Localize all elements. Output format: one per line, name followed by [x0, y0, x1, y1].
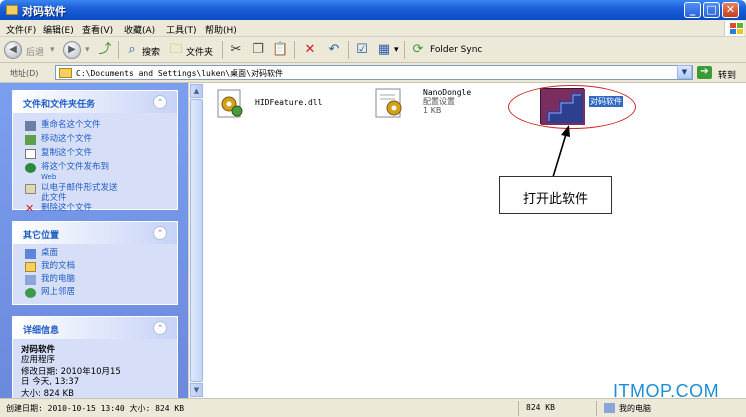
minimize-button[interactable]: _ [684, 2, 701, 18]
dll-file-icon[interactable] [215, 88, 245, 120]
computer-icon [604, 403, 615, 413]
properties-icon[interactable]: ☑ [354, 42, 370, 58]
desktop-icon [25, 249, 36, 259]
scroll-thumb[interactable] [190, 99, 203, 382]
windows-logo-icon [724, 21, 744, 36]
delete-icon: ✕ [25, 202, 35, 215]
scroll-up-icon[interactable]: ▲ [190, 84, 203, 98]
status-location: 我的电脑 [619, 404, 651, 413]
status-separator [518, 401, 519, 416]
menu-favorites[interactable]: 收藏(A) [124, 23, 155, 36]
address-input[interactable]: C:\Documents and Settings\luken\桌面\对码软件 [55, 65, 693, 80]
file-tasks-header[interactable]: 文件和文件夹任务 ⌃ [13, 91, 177, 113]
status-separator [596, 401, 597, 416]
back-dropdown-icon[interactable]: ▾ [50, 45, 55, 55]
search-icon[interactable]: ⌕ [124, 42, 140, 58]
status-details: 创建日期: 2010-10-15 13:40 大小: 824 KB [6, 404, 185, 413]
toolbar-separator [294, 41, 295, 59]
folder-icon [59, 68, 72, 78]
status-size: 824 KB [526, 403, 555, 412]
forward-dropdown-icon[interactable]: ▾ [85, 45, 90, 55]
title-bar[interactable]: 对码软件 _ □ ✕ [0, 0, 746, 20]
detail-name: 对码软件 [21, 345, 56, 355]
details-title: 详细信息 [23, 326, 60, 336]
network-icon [25, 288, 36, 298]
address-bar: 地址(D) C:\Documents and Settings\luken\桌面… [0, 63, 746, 83]
callout-text: 打开此软件 [522, 192, 588, 207]
undo-icon[interactable]: ↶ [326, 42, 342, 58]
views-dropdown-icon[interactable]: ▾ [394, 45, 399, 55]
annotation-callout: 打开此软件 [499, 176, 612, 214]
detail-size: 大小: 824 KB [21, 389, 74, 398]
move-icon [25, 135, 36, 145]
copy-icon [25, 149, 36, 159]
folders-button-label[interactable]: 文件夹 [186, 45, 213, 58]
file-name-nanodongle[interactable]: NanoDongle [423, 88, 471, 97]
annotation-arrow [552, 125, 570, 178]
documents-folder-icon [25, 262, 36, 272]
toolbar-separator [348, 41, 349, 59]
detail-modified-cont: 日 今天, 13:37 [21, 377, 80, 387]
menu-help[interactable]: 帮助(H) [205, 23, 237, 36]
collapse-icon[interactable]: ⌃ [153, 95, 167, 109]
other-places-header[interactable]: 其它位置 ⌃ [13, 222, 177, 244]
menu-edit[interactable]: 编辑(E) [43, 23, 74, 36]
views-icon[interactable]: ▦ [376, 42, 392, 58]
file-tasks-panel: 文件和文件夹任务 ⌃ 重命名这个文件 移动这个文件 复制这个文件 将这个文件发布… [12, 90, 178, 214]
back-icon[interactable]: ◀ [4, 41, 22, 59]
file-list: HIDFeature.dll NanoDongle 配置设置 1 KB 对码软件… [203, 83, 746, 398]
folder-icon [6, 5, 18, 15]
vertical-scrollbar[interactable]: ▲ ▼ [188, 83, 203, 398]
highlight-ellipse [508, 85, 636, 129]
delete-icon[interactable]: ✕ [302, 42, 318, 58]
toolbar-separator [118, 41, 119, 59]
sync-icon[interactable]: ⟳ [410, 42, 426, 58]
collapse-icon[interactable]: ⌃ [153, 226, 167, 240]
folders-icon[interactable]: 🗀 [168, 42, 184, 58]
file-type-nanodongle: 配置设置 [423, 97, 455, 106]
cut-icon[interactable]: ✂ [228, 42, 244, 58]
go-arrow-icon[interactable]: ➔ [697, 66, 712, 79]
close-button[interactable]: ✕ [722, 2, 739, 18]
detail-modified: 修改日期: 2010年10月15 [21, 367, 121, 377]
details-header[interactable]: 详细信息 ⌃ [13, 317, 177, 339]
rename-icon [25, 121, 36, 131]
copy-icon[interactable]: ❐ [250, 42, 266, 58]
maximize-button[interactable]: □ [703, 2, 720, 18]
computer-icon [25, 275, 36, 285]
status-bar: 创建日期: 2010-10-15 13:40 大小: 824 KB 824 KB… [0, 398, 746, 417]
other-places-title: 其它位置 [23, 231, 60, 241]
file-size-nanodongle: 1 KB [423, 106, 442, 115]
menu-tools[interactable]: 工具(T) [166, 23, 197, 36]
other-places-panel: 其它位置 ⌃ 桌面 我的文档 我的电脑 网上邻居 [12, 221, 178, 305]
address-label: 地址(D) [10, 69, 39, 78]
detail-type: 应用程序 [21, 355, 56, 365]
search-button-label[interactable]: 搜索 [142, 45, 160, 58]
details-panel: 详细信息 ⌃ 对码软件 应用程序 修改日期: 2010年10月15 日 今天, … [12, 316, 178, 398]
back-button-label[interactable]: 后退 [26, 45, 44, 58]
address-path: C:\Documents and Settings\luken\桌面\对码软件 [76, 69, 283, 78]
file-tasks-title: 文件和文件夹任务 [23, 100, 96, 110]
task-pane: 文件和文件夹任务 ⌃ 重命名这个文件 移动这个文件 复制这个文件 将这个文件发布… [0, 83, 188, 398]
menu-file[interactable]: 文件(F) [6, 23, 36, 36]
folder-sync-button-label[interactable]: Folder Sync [430, 45, 482, 55]
address-dropdown-icon[interactable]: ▼ [677, 65, 692, 79]
toolbar-separator [222, 41, 223, 59]
up-folder-icon[interactable]: ⤴ [97, 42, 113, 58]
toolbar: ◀ 后退 ▾ ▶ ▾ ⤴ ⌕ 搜索 🗀 文件夹 ✂ ❐ 📋 ✕ ↶ ☑ ▦ ▾ … [0, 37, 746, 63]
forward-icon[interactable]: ▶ [63, 41, 81, 59]
toolbar-separator [404, 41, 405, 59]
menu-bar: 文件(F) 编辑(E) 查看(V) 收藏(A) 工具(T) 帮助(H) [0, 20, 746, 37]
collapse-icon[interactable]: ⌃ [153, 321, 167, 335]
config-file-icon[interactable] [373, 86, 407, 120]
paste-icon[interactable]: 📋 [272, 42, 288, 58]
scroll-down-icon[interactable]: ▼ [190, 383, 203, 397]
go-button-label[interactable]: 转到 [718, 68, 736, 81]
menu-view[interactable]: 查看(V) [82, 23, 113, 36]
window-title: 对码软件 [22, 5, 66, 18]
globe-icon [25, 163, 36, 173]
file-name-hidfeature[interactable]: HIDFeature.dll [255, 98, 322, 107]
email-icon [25, 184, 36, 194]
